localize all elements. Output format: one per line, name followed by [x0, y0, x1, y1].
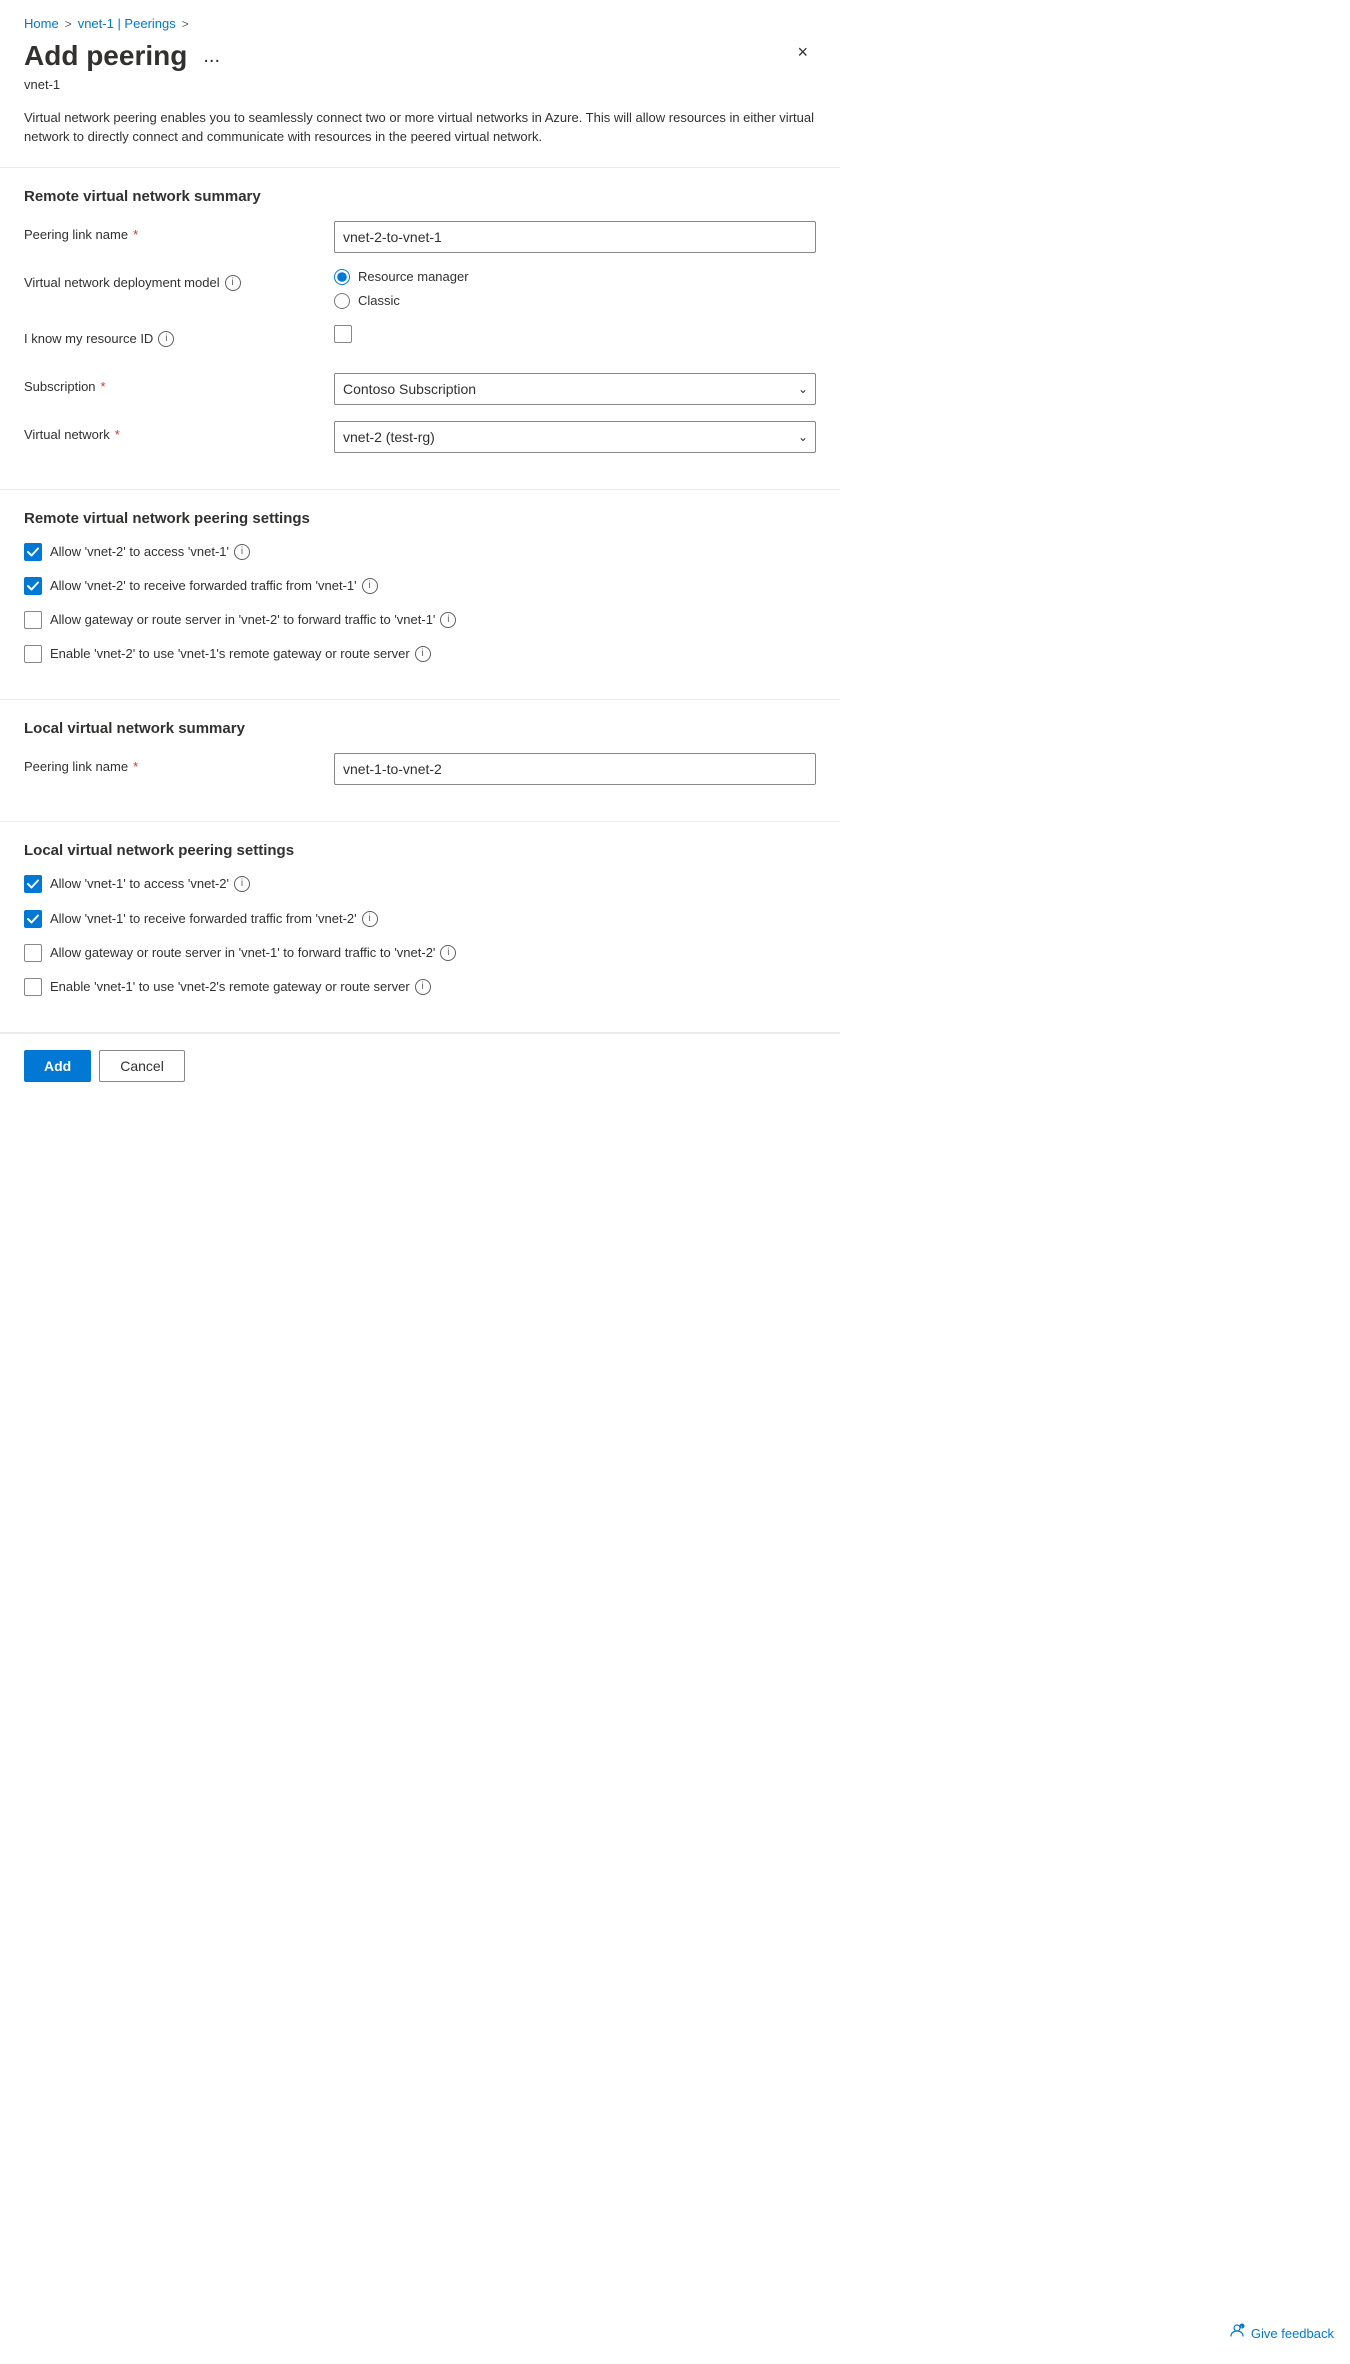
deployment-model-row: Virtual network deployment model i Resou…: [24, 269, 816, 309]
local-peering-link-control: [334, 753, 816, 785]
local-peering-info2[interactable]: i: [362, 911, 378, 927]
local-peering-row1: Allow 'vnet-1' to access 'vnet-2' i: [24, 875, 816, 893]
radio-classic-label: Classic: [358, 293, 400, 308]
local-peering-checkbox3[interactable]: [24, 944, 42, 962]
resource-id-control: [334, 325, 816, 343]
local-peering-link-input[interactable]: [334, 753, 816, 785]
subscription-row: Subscription * Contoso Subscription ⌄: [24, 373, 816, 405]
breadcrumb: Home > vnet-1 | Peerings >: [0, 0, 840, 31]
radio-resource-manager-label: Resource manager: [358, 269, 469, 284]
local-summary-title: Local virtual network summary: [24, 720, 816, 737]
remote-summary-title: Remote virtual network summary: [24, 188, 816, 205]
local-peering-row3: Allow gateway or route server in 'vnet-1…: [24, 944, 816, 962]
remote-peering-checkbox2[interactable]: [24, 577, 42, 595]
subscription-control: Contoso Subscription ⌄: [334, 373, 816, 405]
svg-text:!: !: [1241, 2325, 1242, 2329]
local-required-star: *: [133, 759, 138, 774]
remote-peering-settings-section: Remote virtual network peering settings …: [0, 490, 840, 701]
give-feedback-button[interactable]: ! Give feedback: [1229, 2323, 1334, 2344]
remote-peering-row1: Allow 'vnet-2' to access 'vnet-1' i: [24, 543, 816, 561]
peering-link-control: [334, 221, 816, 253]
remote-peering-row2: Allow 'vnet-2' to receive forwarded traf…: [24, 577, 816, 595]
ellipsis-button[interactable]: ...: [197, 44, 226, 68]
deployment-model-label: Virtual network deployment model i: [24, 269, 334, 291]
remote-peering-checkbox1[interactable]: [24, 543, 42, 561]
remote-peering-info1[interactable]: i: [234, 544, 250, 560]
remote-peering-info2[interactable]: i: [362, 578, 378, 594]
resource-id-info-icon[interactable]: i: [158, 331, 174, 347]
remote-peering-info3[interactable]: i: [440, 612, 456, 628]
bottom-bar: Add Cancel: [0, 1033, 840, 1098]
local-peering-info3[interactable]: i: [440, 945, 456, 961]
resource-id-checkbox[interactable]: [334, 325, 352, 343]
remote-summary-section: Remote virtual network summary Peering l…: [0, 168, 840, 490]
remote-peering-settings-title: Remote virtual network peering settings: [24, 510, 816, 527]
page-container: Home > vnet-1 | Peerings > Add peering .…: [0, 0, 840, 1098]
deployment-model-control: Resource manager Classic: [334, 269, 816, 309]
resource-id-label: I know my resource ID i: [24, 325, 334, 347]
required-star: *: [133, 227, 138, 242]
local-peering-row2: Allow 'vnet-1' to receive forwarded traf…: [24, 910, 816, 928]
subtitle: vnet-1: [0, 77, 840, 96]
local-peering-checkbox1[interactable]: [24, 875, 42, 893]
local-peering-checkbox2[interactable]: [24, 910, 42, 928]
deployment-model-info-icon[interactable]: i: [225, 275, 241, 291]
page-title: Add peering: [24, 39, 187, 73]
local-peering-row4: Enable 'vnet-1' to use 'vnet-2's remote …: [24, 978, 816, 996]
remote-peering-checkbox4[interactable]: [24, 645, 42, 663]
local-peering-label4: Enable 'vnet-1' to use 'vnet-2's remote …: [50, 978, 431, 996]
virtual-network-control: vnet-2 (test-rg) ⌄: [334, 421, 816, 453]
breadcrumb-vnet-peerings[interactable]: vnet-1 | Peerings: [78, 16, 176, 31]
header-left: Add peering ...: [24, 39, 226, 73]
description: Virtual network peering enables you to s…: [0, 96, 840, 168]
feedback-icon: !: [1229, 2323, 1245, 2344]
give-feedback-label: Give feedback: [1251, 2326, 1334, 2341]
local-peering-link-label: Peering link name *: [24, 753, 334, 774]
local-peering-checkbox4[interactable]: [24, 978, 42, 996]
remote-peering-checkbox3[interactable]: [24, 611, 42, 629]
local-peering-label3: Allow gateway or route server in 'vnet-1…: [50, 944, 456, 962]
remote-peering-row4: Enable 'vnet-2' to use 'vnet-1's remote …: [24, 645, 816, 663]
virtual-network-label: Virtual network *: [24, 421, 334, 442]
remote-peering-label4: Enable 'vnet-2' to use 'vnet-1's remote …: [50, 645, 431, 663]
cancel-button[interactable]: Cancel: [99, 1050, 185, 1082]
local-peering-label2: Allow 'vnet-1' to receive forwarded traf…: [50, 910, 378, 928]
resource-id-row: I know my resource ID i: [24, 325, 816, 357]
peering-link-label: Peering link name *: [24, 221, 334, 242]
breadcrumb-sep2: >: [182, 17, 189, 31]
header: Add peering ... ×: [0, 31, 840, 77]
radio-resource-manager[interactable]: Resource manager: [334, 269, 816, 285]
vnet-select[interactable]: vnet-2 (test-rg): [334, 421, 816, 453]
subscription-select-wrapper: Contoso Subscription ⌄: [334, 373, 816, 405]
local-summary-section: Local virtual network summary Peering li…: [0, 700, 840, 822]
remote-peering-label2: Allow 'vnet-2' to receive forwarded traf…: [50, 577, 378, 595]
local-peering-link-row: Peering link name *: [24, 753, 816, 785]
breadcrumb-sep1: >: [65, 17, 72, 31]
subscription-select[interactable]: Contoso Subscription: [334, 373, 816, 405]
remote-peering-label1: Allow 'vnet-2' to access 'vnet-1' i: [50, 543, 250, 561]
local-peering-label1: Allow 'vnet-1' to access 'vnet-2' i: [50, 875, 250, 893]
breadcrumb-home[interactable]: Home: [24, 16, 59, 31]
subscription-required-star: *: [101, 379, 106, 394]
add-button[interactable]: Add: [24, 1050, 91, 1082]
close-button[interactable]: ×: [789, 39, 816, 65]
local-peering-settings-section: Local virtual network peering settings A…: [0, 822, 840, 1033]
peering-link-input[interactable]: [334, 221, 816, 253]
local-peering-settings-title: Local virtual network peering settings: [24, 842, 816, 859]
remote-peering-row3: Allow gateway or route server in 'vnet-2…: [24, 611, 816, 629]
remote-peering-label3: Allow gateway or route server in 'vnet-2…: [50, 611, 456, 629]
peering-link-name-row: Peering link name *: [24, 221, 816, 253]
vnet-select-wrapper: vnet-2 (test-rg) ⌄: [334, 421, 816, 453]
local-peering-info1[interactable]: i: [234, 876, 250, 892]
virtual-network-row: Virtual network * vnet-2 (test-rg) ⌄: [24, 421, 816, 453]
vnet-required-star: *: [115, 427, 120, 442]
subscription-label: Subscription *: [24, 373, 334, 394]
deployment-model-radio-group: Resource manager Classic: [334, 269, 816, 309]
radio-classic[interactable]: Classic: [334, 293, 816, 309]
remote-peering-info4[interactable]: i: [415, 646, 431, 662]
local-peering-info4[interactable]: i: [415, 979, 431, 995]
